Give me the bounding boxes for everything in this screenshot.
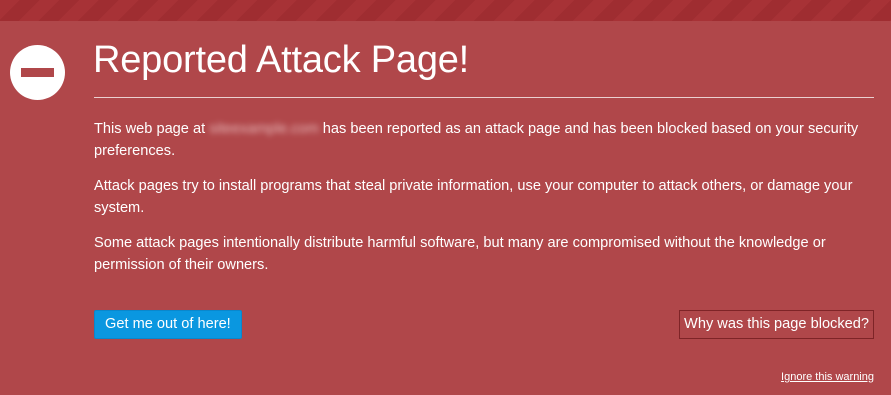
warning-stripe-bar [0, 0, 891, 21]
blocked-icon-bar [21, 68, 54, 77]
warning-paragraph-risks: Attack pages try to install programs tha… [94, 178, 853, 216]
blocked-icon [10, 45, 65, 100]
title-divider [94, 97, 874, 98]
get-me-out-button[interactable]: Get me out of here! [94, 310, 242, 339]
why-blocked-button[interactable]: Why was this page blocked? [679, 310, 874, 339]
page-title: Reported Attack Page! [93, 39, 470, 81]
paragraph1-prefix: This web page at [94, 121, 210, 137]
ignore-warning-link[interactable]: Ignore this warning [781, 371, 874, 383]
blocked-url: siteexample.com [209, 121, 319, 137]
warning-paragraph-blocked: This web page at siteexample.com has bee… [94, 118, 864, 162]
attack-warning-page: Reported Attack Page! This web page at s… [0, 21, 891, 395]
warning-paragraph-compromised: Some attack pages intentionally distribu… [94, 235, 826, 273]
